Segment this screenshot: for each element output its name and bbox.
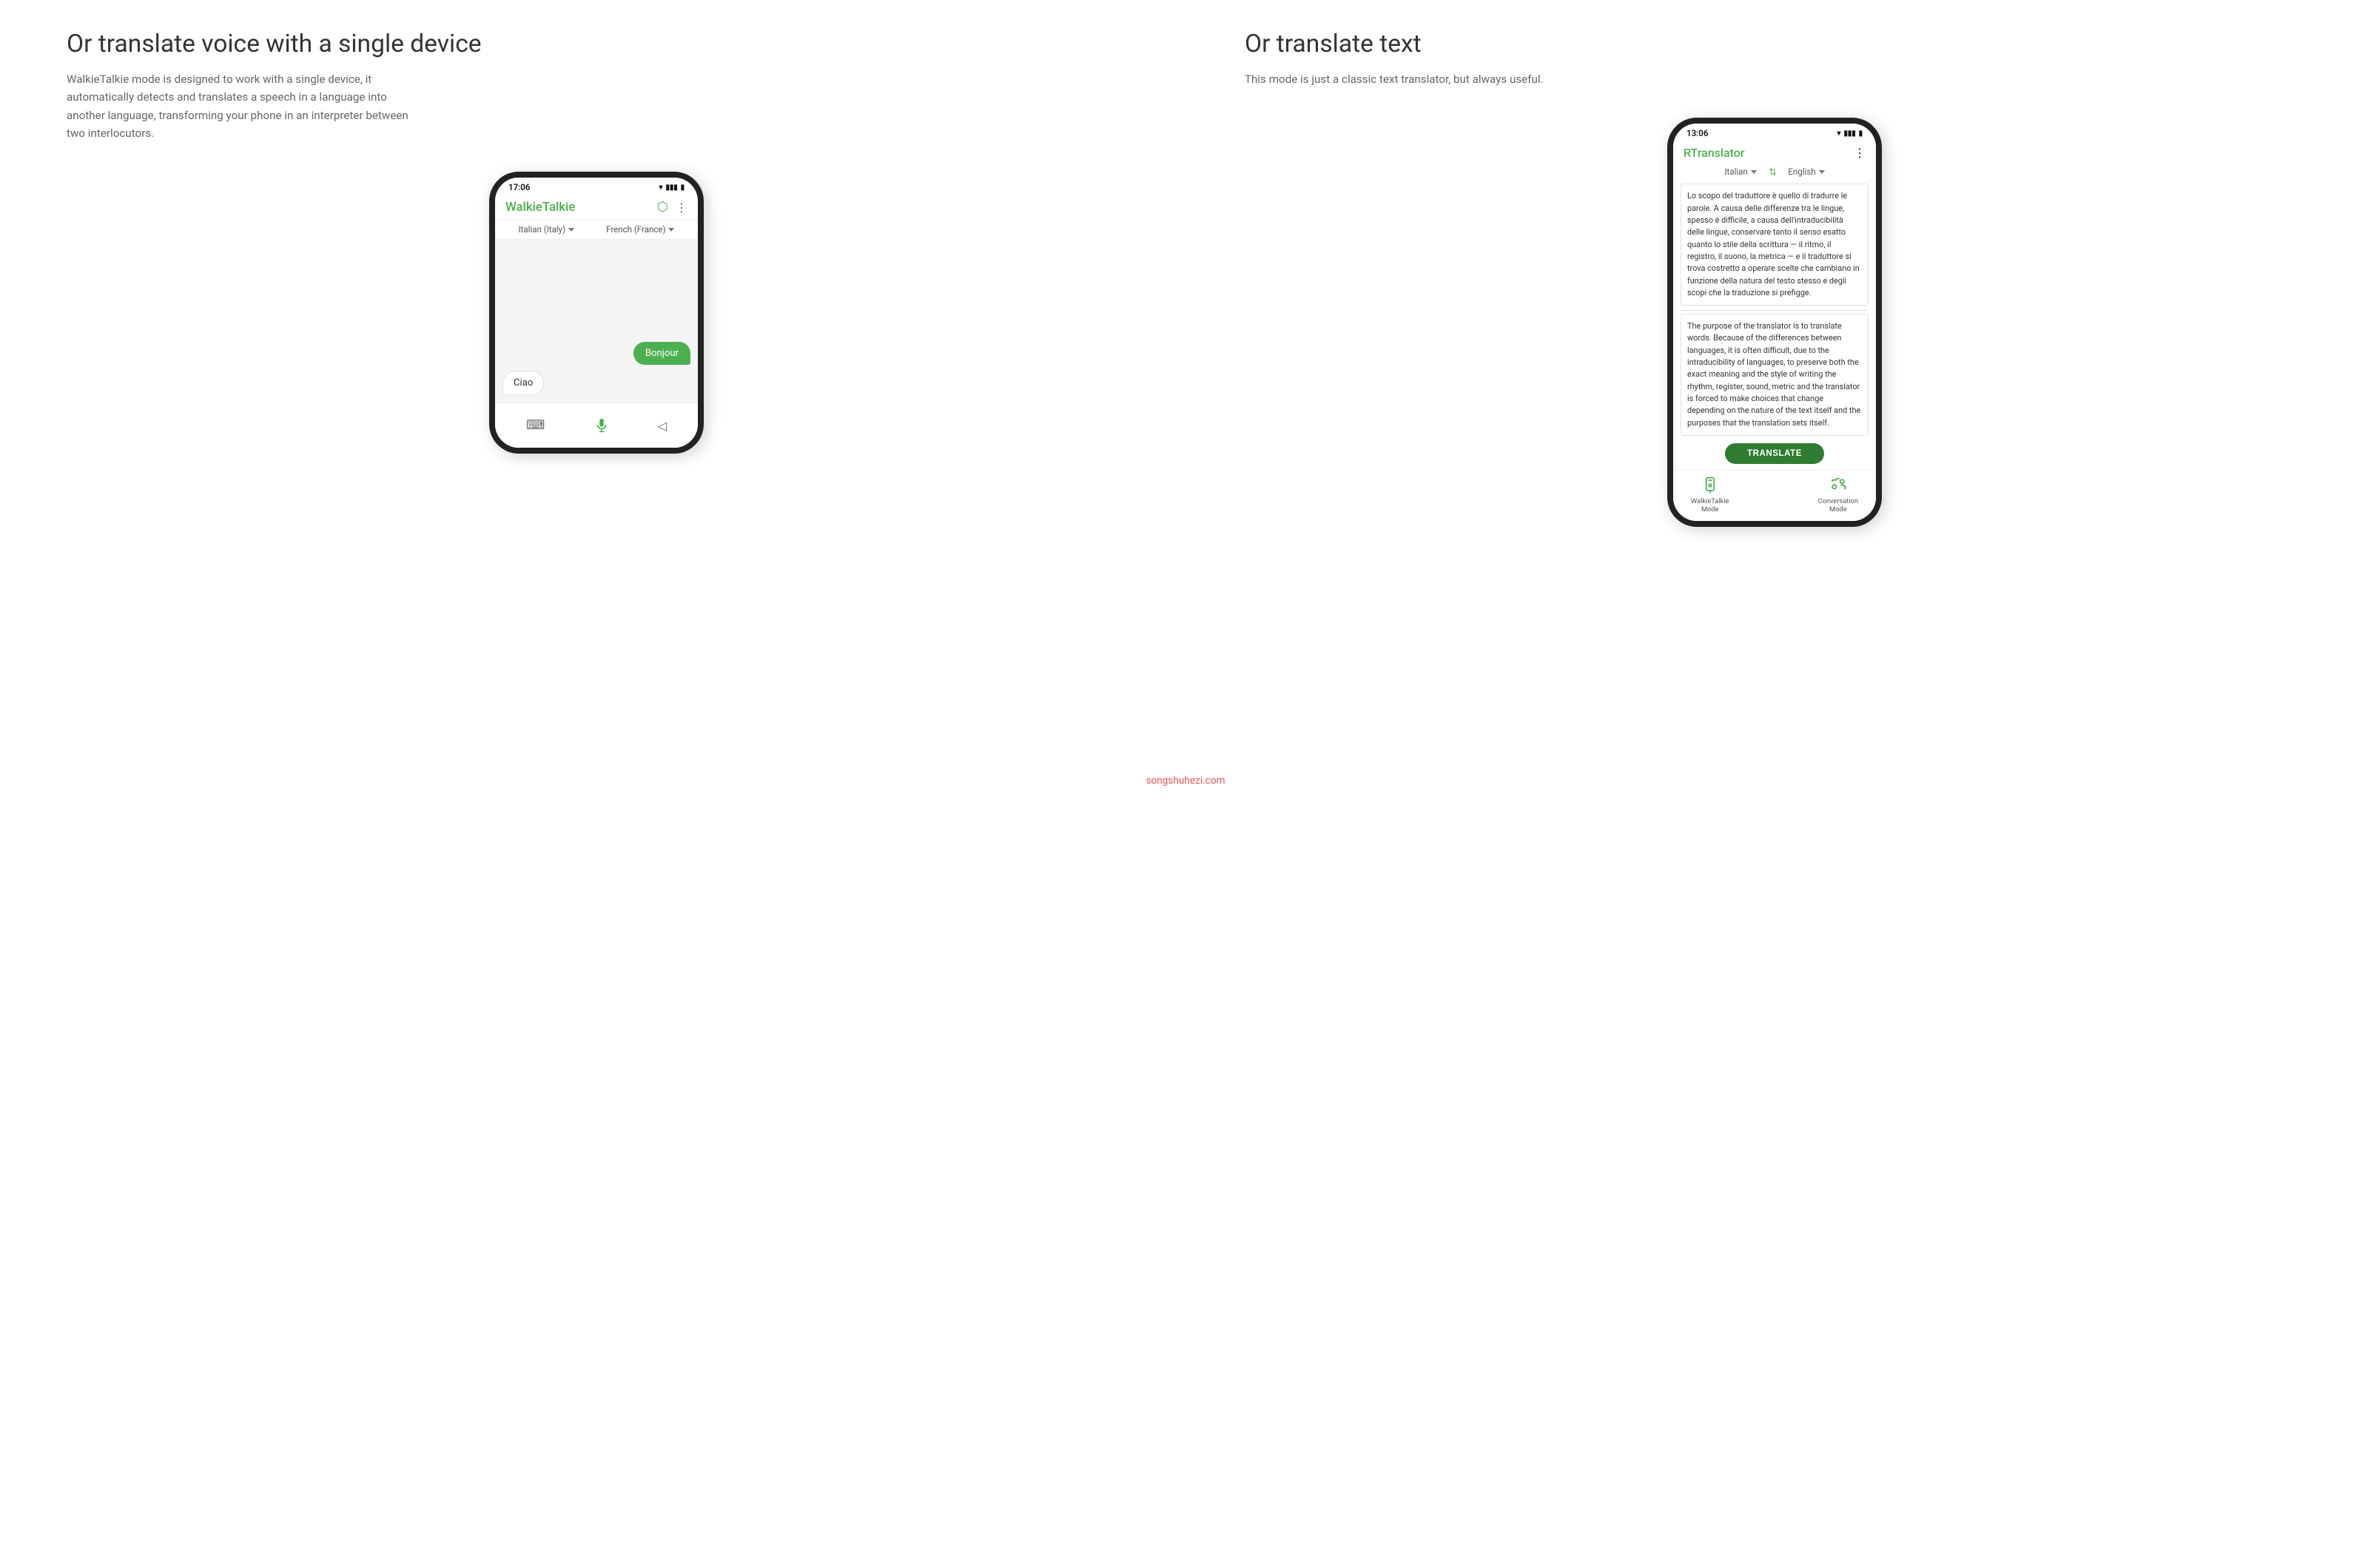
right-description: This mode is just a classic text transla… [1245, 70, 1544, 88]
rt-source-text[interactable]: Lo scopo del traduttore è quello di trad… [1681, 184, 1869, 306]
rt-lang-bar: Italian ⇄ English [1673, 163, 1876, 184]
keyboard-icon[interactable]: ⌨ [526, 418, 545, 433]
nav-walkietalkie-label: WalkieTalkie Mode [1691, 497, 1729, 514]
rt-divider [1681, 310, 1869, 311]
battery-icon: ▮ [681, 184, 685, 192]
export-icon[interactable]: ⬡ [657, 200, 668, 215]
lang-source-chevron [568, 228, 574, 232]
phone-screen-right: 13:06 ▾ ▮▮▮ ▮ RTranslator ⋮ Italian ⇄ [1673, 124, 1876, 521]
battery-icon-right: ▮ [1859, 129, 1863, 138]
left-section: Or translate voice with a single device … [44, 30, 1148, 1538]
wt-header-icons: ⬡ ⋮ [657, 200, 687, 215]
status-bar-left: 17:06 ▾ ▮▮▮ ▮ [495, 178, 698, 194]
wifi-icon: ▾ [659, 184, 663, 192]
wt-app-title: WalkieTalkie [505, 200, 575, 215]
rt-translated-text: The purpose of the translator is to tran… [1681, 314, 1869, 436]
status-time-right: 13:06 [1686, 128, 1708, 138]
status-icons-right: ▾ ▮▮▮ ▮ [1837, 129, 1863, 138]
wt-chat-area: Bonjour Ciao [495, 240, 698, 403]
rt-header: RTranslator ⋮ [1673, 140, 1876, 163]
wt-header: WalkieTalkie ⬡ ⋮ [495, 194, 698, 219]
rt-lang-target[interactable]: English [1788, 166, 1824, 177]
right-title: Or translate text [1245, 30, 1422, 58]
wt-lang-bar: Italian (Italy) French (France) [495, 219, 698, 240]
rt-lang-target-chevron [1819, 170, 1825, 174]
right-power-btn [1880, 183, 1882, 220]
rt-more-icon[interactable]: ⋮ [1854, 146, 1866, 160]
status-bar-right: 13:06 ▾ ▮▮▮ ▮ [1673, 124, 1876, 140]
rt-bottom-nav: WalkieTalkie Mode Conversation Mode [1673, 470, 1876, 521]
nav-conversation[interactable]: Conversation Mode [1818, 475, 1858, 514]
signal-icon-right: ▮▮▮ [1843, 129, 1855, 138]
bubble-left: Ciao [502, 371, 544, 395]
wifi-icon-right: ▾ [1837, 129, 1841, 138]
right-vol-down-btn [1667, 206, 1669, 229]
left-title: Or translate voice with a single device [67, 30, 482, 58]
bubble-right: Bonjour [633, 342, 690, 365]
watermark: songshuhezi.com [1146, 775, 1225, 787]
mic-button[interactable] [587, 411, 616, 440]
wt-bottom-bar: ⌨ ◁ [495, 403, 698, 448]
swap-languages-icon[interactable]: ⇄ [1766, 168, 1778, 176]
nav-conversation-label: Conversation Mode [1818, 497, 1858, 514]
wt-lang-target[interactable]: French (France) [606, 224, 674, 235]
translate-button[interactable]: TRANSLATE [1725, 443, 1824, 464]
signal-icon: ▮▮▮ [665, 184, 677, 192]
more-icon[interactable]: ⋮ [676, 201, 687, 215]
left-phone: 17:06 ▾ ▮▮▮ ▮ WalkieTalkie ⬡ ⋮ Italian (… [489, 172, 704, 454]
speaker-icon[interactable]: ◁ [658, 419, 667, 433]
rt-lang-source[interactable]: Italian [1724, 166, 1756, 177]
vol-down-btn [489, 260, 491, 283]
phone-screen-left: 17:06 ▾ ▮▮▮ ▮ WalkieTalkie ⬡ ⋮ Italian (… [495, 178, 698, 448]
power-btn [702, 237, 704, 274]
rt-lang-source-chevron [1751, 170, 1757, 174]
wt-lang-source[interactable]: Italian (Italy) [519, 224, 575, 235]
rt-app-title: RTranslator [1684, 146, 1744, 160]
status-time-left: 17:06 [508, 182, 530, 192]
left-description: WalkieTalkie mode is designed to work wi… [67, 70, 422, 142]
status-icons-left: ▾ ▮▮▮ ▮ [659, 184, 685, 192]
lang-target-chevron [668, 228, 674, 232]
vol-up-btn [489, 229, 491, 252]
right-vol-up-btn [1667, 175, 1669, 198]
nav-walkietalkie[interactable]: WalkieTalkie Mode [1691, 475, 1729, 514]
right-phone: 13:06 ▾ ▮▮▮ ▮ RTranslator ⋮ Italian ⇄ [1667, 118, 1882, 527]
right-section: Or translate text This mode is just a cl… [1223, 30, 2327, 1538]
